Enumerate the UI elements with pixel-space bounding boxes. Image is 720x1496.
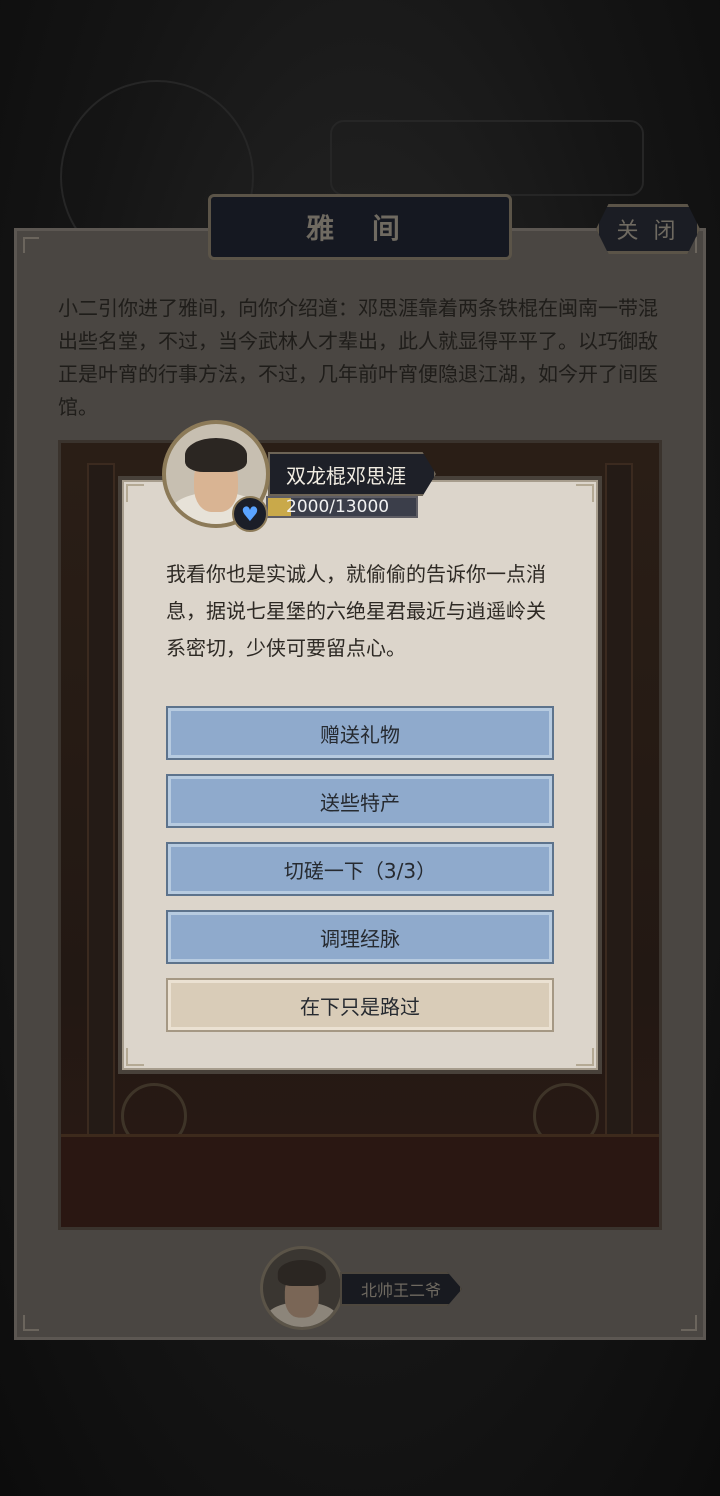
background-banner [330, 120, 644, 196]
bottom-nav [0, 1400, 720, 1496]
avatar-hair [185, 438, 247, 472]
panel-corner [23, 1315, 39, 1331]
panel-title: 雅 间 [208, 194, 512, 260]
scene-floor [61, 1134, 659, 1227]
dialog-corner [126, 1048, 144, 1066]
affinity-bar: 2000/13000 [266, 496, 418, 518]
specialty-button[interactable]: 送些特产 [166, 774, 554, 828]
gift-button[interactable]: 赠送礼物 [166, 706, 554, 760]
affinity-value: 2000/13000 [286, 497, 390, 517]
dialog-corner [576, 1048, 594, 1066]
close-button[interactable]: 关 闭 [596, 204, 700, 254]
scene-pillar [605, 463, 633, 1167]
dialog-text: 我看你也是实诚人，就偷偷的告诉你一点消息，据说七星堡的六绝星君最近与逍遥岭关系密… [166, 562, 546, 660]
spar-button[interactable]: 切磋一下（3/3） [166, 842, 554, 896]
other-npc-name[interactable]: 北帅王二爷 [340, 1272, 462, 1306]
meridian-button[interactable]: 调理经脉 [166, 910, 554, 964]
panel-corner [681, 1315, 697, 1331]
dialog-corner [126, 484, 144, 502]
heart-icon: ♥ [232, 496, 268, 532]
dialog-corner [576, 484, 594, 502]
pass-by-button[interactable]: 在下只是路过 [166, 978, 554, 1032]
avatar-hair [277, 1259, 327, 1287]
scene-pillar [87, 463, 115, 1167]
other-npc-avatar[interactable] [260, 1246, 344, 1330]
npc-name-tag: 双龙棍邓思涯 [268, 452, 436, 496]
panel-corner [23, 237, 39, 253]
intro-text: 小二引你进了雅间，向你介绍道：邓思涯靠着两条铁棍在闽南一带混出些名堂，不过，当今… [58, 296, 658, 419]
